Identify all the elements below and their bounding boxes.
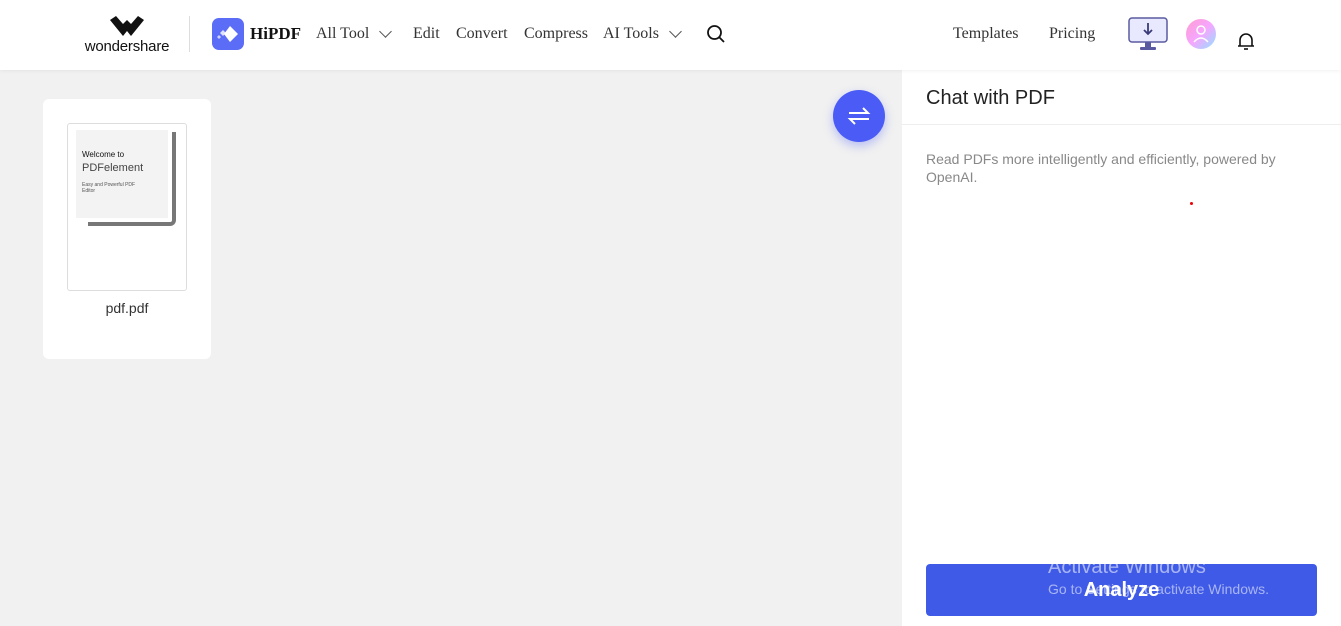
- search-icon[interactable]: [706, 24, 726, 44]
- pdf-thumbnail[interactable]: Welcome to PDFelement Easy and Powerful …: [67, 123, 187, 291]
- nav-convert[interactable]: Convert: [456, 25, 508, 43]
- top-header: wondershare HiPDF All Tool Edit Convert …: [0, 0, 1341, 70]
- panel-description: Read PDFs more intelligently and efficie…: [926, 151, 1276, 185]
- nav-label: Edit: [413, 25, 440, 42]
- swap-arrows-icon: [847, 107, 871, 125]
- chevron-down-icon: [379, 25, 393, 38]
- wondershare-logo[interactable]: wondershare: [80, 16, 174, 55]
- nav-label: Compress: [524, 25, 588, 42]
- nav-label: Convert: [456, 25, 508, 42]
- nav-ai-tools[interactable]: AI Tools: [603, 25, 682, 43]
- nav-label: All Tool: [316, 25, 370, 42]
- nav-templates[interactable]: Templates: [953, 25, 1019, 43]
- nav-pricing[interactable]: Pricing: [1049, 25, 1095, 43]
- analyze-button[interactable]: Analyze: [926, 564, 1317, 616]
- avatar[interactable]: [1186, 19, 1216, 49]
- nav-compress[interactable]: Compress: [524, 25, 588, 43]
- chevron-down-icon: [669, 25, 682, 38]
- swap-button[interactable]: [833, 90, 885, 142]
- divider: [902, 124, 1341, 125]
- nav-label: AI Tools: [603, 25, 659, 42]
- nav-edit[interactable]: Edit: [413, 25, 440, 43]
- hipdf-logo-icon[interactable]: [212, 18, 244, 50]
- thumb-text: PDFelement: [82, 162, 144, 174]
- panel-title: Chat with PDF: [926, 87, 1055, 109]
- bell-icon[interactable]: [1237, 31, 1255, 51]
- desktop-download-icon[interactable]: [1128, 17, 1168, 51]
- brand-text: wondershare: [84, 38, 170, 55]
- product-name[interactable]: HiPDF: [250, 24, 301, 44]
- nav-all-tool[interactable]: All Tool: [316, 25, 393, 43]
- file-card[interactable]: Welcome to PDFelement Easy and Powerful …: [43, 99, 211, 359]
- thumb-text: Welcome to: [82, 150, 125, 159]
- loading-dot: [1190, 202, 1193, 205]
- wondershare-mark-icon: [110, 16, 144, 36]
- thumb-text: Easy and Powerful PDF Editor: [82, 182, 136, 194]
- chat-panel: Chat with PDF Read PDFs more intelligent…: [902, 70, 1341, 626]
- divider: [189, 16, 190, 52]
- thumb-cover: [76, 130, 168, 218]
- file-name[interactable]: pdf.pdf: [43, 300, 211, 316]
